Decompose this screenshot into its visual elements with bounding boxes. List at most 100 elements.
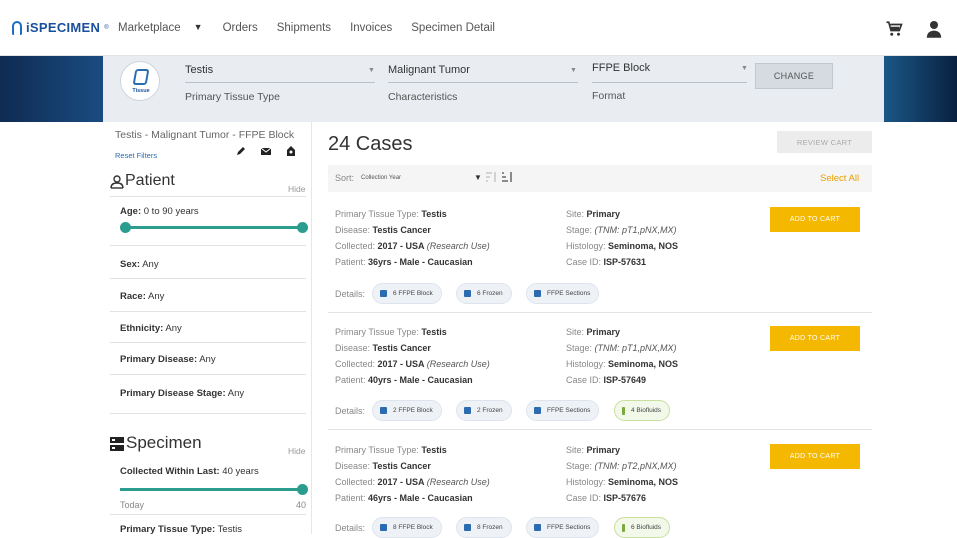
sort-descending-icon[interactable] xyxy=(502,172,513,182)
collected-slider-handle[interactable] xyxy=(297,484,308,495)
frozen-pill[interactable]: 2 Frozen xyxy=(456,400,512,421)
chevron-down-icon[interactable]: ▼ xyxy=(194,22,203,34)
filter-breadcrumb: Testis - Malignant Tumor - FFPE Block xyxy=(115,129,295,141)
case-collected-label: Collected: xyxy=(335,241,378,251)
characteristics-select-value[interactable]: Malignant Tumor xyxy=(388,64,470,76)
ffpe-block-pill[interactable]: 8 FFPE Block xyxy=(372,517,442,538)
chevron-down-icon[interactable]: ▼ xyxy=(741,65,748,72)
user-icon[interactable] xyxy=(926,20,942,38)
case-stage: Stage: (TNM: pT1,pNX,MX) xyxy=(566,225,677,235)
case-id-label: Case ID: xyxy=(566,375,604,385)
biofluids-pill[interactable]: 4 Biofluids xyxy=(614,400,670,421)
frozen-pill[interactable]: 8 Frozen xyxy=(456,517,512,538)
collected-within-filter[interactable]: Collected Within Last: 40 years xyxy=(120,466,259,477)
logo-trademark: ® xyxy=(104,24,109,31)
reset-filters-link[interactable]: Reset Filters xyxy=(115,151,157,160)
pill-label: FFPE Sections xyxy=(547,407,591,414)
age-slider-min-handle[interactable] xyxy=(120,222,131,233)
case-histology: Histology: Seminoma, NOS xyxy=(566,477,678,487)
add-to-cart-button[interactable]: ADD TO CART xyxy=(770,444,860,469)
ethnicity-filter[interactable]: Ethnicity: Any xyxy=(120,323,182,334)
nav-marketplace[interactable]: Marketplace xyxy=(118,22,181,34)
primary-disease-stage-filter[interactable]: Primary Disease Stage: Any xyxy=(120,388,244,399)
chevron-down-icon[interactable]: ▼ xyxy=(368,67,375,74)
primary-tissue-type-label: Primary Tissue Type: xyxy=(120,524,216,535)
characteristics-select-label: Characteristics xyxy=(388,91,458,103)
change-button[interactable]: CHANGE xyxy=(755,63,833,89)
ffpe-sections-pill[interactable]: FFPE Sections xyxy=(526,400,600,421)
case-use: (Research Use) xyxy=(426,241,490,251)
select-all-link[interactable]: Select All xyxy=(820,173,859,184)
tube-icon xyxy=(622,406,625,415)
ffpe-block-pill[interactable]: 2 FFPE Block xyxy=(372,400,442,421)
cases-count-title: 24 Cases xyxy=(328,133,413,155)
ffpe-sections-pill[interactable]: FFPE Sections xyxy=(526,283,600,304)
age-filter-value: 0 to 90 years xyxy=(141,206,199,217)
sort-select[interactable]: Collection Year xyxy=(361,175,401,181)
case-disease-value: Testis Cancer xyxy=(372,225,431,235)
pill-label: FFPE Sections xyxy=(547,524,591,531)
nav-links: Marketplace ▼ Orders Shipments Invoices … xyxy=(118,22,514,34)
age-filter-label: Age: xyxy=(120,206,142,217)
ethnicity-filter-label: Ethnicity: xyxy=(120,323,164,334)
logo[interactable]: iSPECIMEN ® xyxy=(12,20,109,35)
age-slider-max-handle[interactable] xyxy=(297,222,308,233)
biofluids-pill[interactable]: 6 Biofluids xyxy=(614,517,670,538)
case-collected: Collected: 2017 - USA (Research Use) xyxy=(335,359,490,369)
chevron-down-icon[interactable]: ▼ xyxy=(474,173,482,182)
pill-label: 6 FFPE Block xyxy=(393,290,433,297)
case-tissue-label: Primary Tissue Type: xyxy=(335,327,422,337)
case-collected: Collected: 2017 - USA (Research Use) xyxy=(335,477,490,487)
sort-ascending-icon[interactable] xyxy=(486,172,497,182)
characteristics-select-underline xyxy=(388,82,578,83)
edit-icon[interactable] xyxy=(236,146,246,156)
ffpe-sections-pill[interactable]: FFPE Sections xyxy=(526,517,600,538)
primary-disease-stage-filter-label: Primary Disease Stage: xyxy=(120,388,226,399)
primary-disease-filter-label: Primary Disease: xyxy=(120,354,198,365)
format-select-value[interactable]: FFPE Block xyxy=(592,62,650,74)
collected-slider-track[interactable] xyxy=(120,488,302,491)
add-to-cart-button[interactable]: ADD TO CART xyxy=(770,207,860,232)
case-collected-label: Collected: xyxy=(335,359,378,369)
race-filter-label: Race: xyxy=(120,291,146,302)
nav-specimen-detail[interactable]: Specimen Detail xyxy=(411,22,495,34)
block-icon xyxy=(380,407,387,414)
age-filter[interactable]: Age: 0 to 90 years xyxy=(120,206,199,217)
tissue-select-value[interactable]: Testis xyxy=(185,64,213,76)
frozen-pill[interactable]: 6 Frozen xyxy=(456,283,512,304)
pill-label: FFPE Sections xyxy=(547,290,591,297)
case-collected-label: Collected: xyxy=(335,477,378,487)
specimen-hide-link[interactable]: Hide xyxy=(288,446,305,456)
case-site-value: Primary xyxy=(586,209,621,219)
review-cart-button[interactable]: REVIEW CART xyxy=(777,131,872,153)
case-stage-label: Stage: xyxy=(566,343,595,353)
primary-disease-filter[interactable]: Primary Disease: Any xyxy=(120,354,216,365)
age-slider-track[interactable] xyxy=(126,226,302,229)
add-to-cart-button[interactable]: ADD TO CART xyxy=(770,326,860,351)
case-tissue-value: Testis xyxy=(421,445,447,455)
nav-invoices[interactable]: Invoices xyxy=(350,22,392,34)
patient-section-title: Patient xyxy=(125,172,175,189)
nav-shipments[interactable]: Shipments xyxy=(277,22,331,34)
case-disease-label: Disease: xyxy=(335,461,373,471)
case-patient: Patient: 36yrs - Male - Caucasian xyxy=(335,257,473,267)
collected-slider-max-label: 40 xyxy=(296,500,307,510)
divider xyxy=(110,514,306,515)
divider xyxy=(110,245,306,246)
chevron-down-icon[interactable]: ▼ xyxy=(570,67,577,74)
race-filter[interactable]: Race: Any xyxy=(120,291,164,302)
patient-hide-link[interactable]: Hide xyxy=(288,184,305,194)
sort-bar xyxy=(328,165,872,192)
specimen-section-title: Specimen xyxy=(126,433,202,452)
format-select-label: Format xyxy=(592,90,626,102)
case-histology: Histology: Seminoma, NOS xyxy=(566,359,678,369)
primary-tissue-type-filter[interactable]: Primary Tissue Type: Testis xyxy=(120,524,242,535)
nav-orders[interactable]: Orders xyxy=(223,22,258,34)
sex-filter[interactable]: Sex: Any xyxy=(120,259,159,270)
save-icon[interactable] xyxy=(286,146,296,156)
primary-tissue-type-value: Testis xyxy=(215,524,242,535)
email-icon[interactable] xyxy=(261,146,271,156)
cart-icon[interactable] xyxy=(885,20,903,38)
case-id: Case ID: ISP-57649 xyxy=(566,375,646,385)
ffpe-block-pill[interactable]: 6 FFPE Block xyxy=(372,283,442,304)
